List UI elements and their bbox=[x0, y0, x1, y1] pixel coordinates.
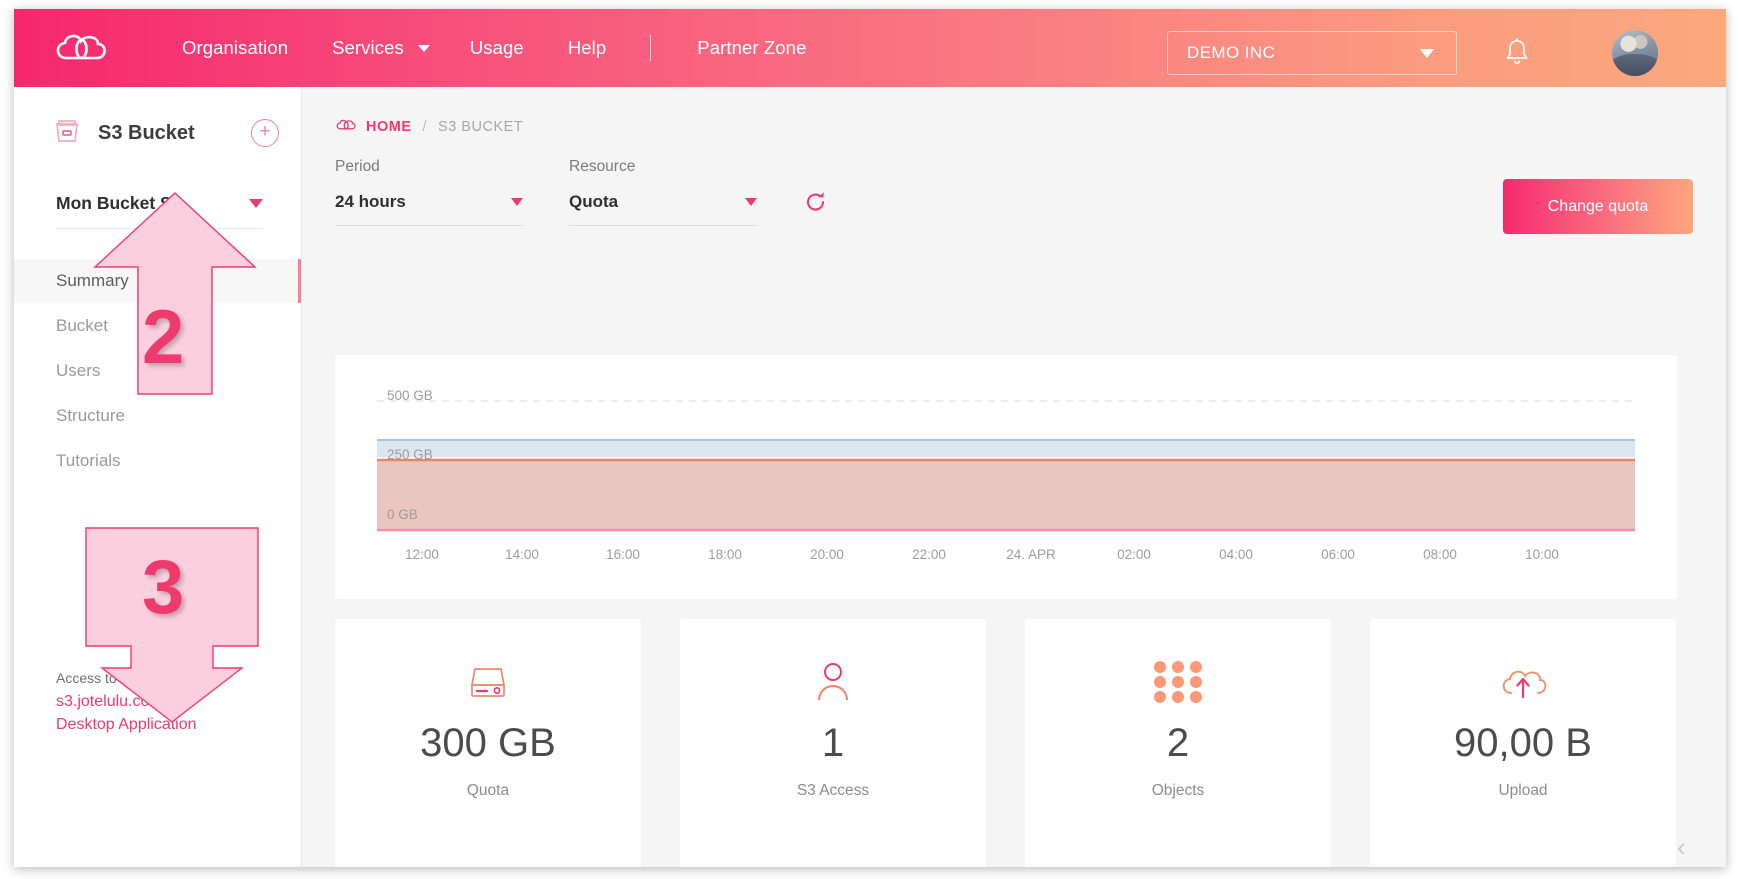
top-navigation-bar: Organisation Services Usage Help Partner… bbox=[14, 9, 1726, 87]
metric-value: 90,00 B bbox=[1454, 723, 1592, 763]
chevron-down-icon bbox=[745, 198, 757, 206]
cloud-upload-icon bbox=[1496, 645, 1550, 719]
sidebar: S3 Bucket + Mon Bucket S3 Summary Bucket… bbox=[14, 87, 302, 867]
breadcrumb-home[interactable]: HOME bbox=[366, 119, 412, 135]
y-tick-label: 500 GB bbox=[387, 388, 433, 403]
x-tick-label: 20:00 bbox=[810, 547, 844, 562]
nav-item-partner-zone[interactable]: Partner Zone bbox=[697, 37, 806, 59]
desktop-application-link[interactable]: Desktop Application bbox=[56, 716, 197, 734]
resource-select[interactable]: Quota bbox=[569, 192, 757, 226]
metric-label: Quota bbox=[467, 782, 509, 800]
sidebar-item-label: Structure bbox=[56, 406, 125, 426]
period-label: Period bbox=[335, 158, 523, 176]
metric-label: Upload bbox=[1498, 782, 1547, 800]
y-tick-label: 250 GB bbox=[387, 447, 433, 462]
x-tick-label: 02:00 bbox=[1117, 547, 1151, 562]
metric-value: 1 bbox=[822, 723, 844, 763]
nav-item-usage[interactable]: Usage bbox=[470, 37, 524, 59]
annotation-number-2: 2 bbox=[142, 294, 184, 381]
annotation-number-3: 3 bbox=[142, 544, 184, 631]
y-tick-label: 0 GB bbox=[387, 507, 418, 522]
metric-card-quota[interactable]: 300 GB Quota bbox=[335, 619, 641, 867]
chevron-down-icon bbox=[249, 199, 263, 208]
breadcrumb-current: S3 BUCKET bbox=[438, 119, 523, 135]
organisation-selector-value: DEMO INC bbox=[1187, 43, 1275, 63]
resource-value: Quota bbox=[569, 192, 618, 212]
period-select[interactable]: 24 hours bbox=[335, 192, 523, 226]
sidebar-item-label: Summary bbox=[56, 271, 129, 291]
metric-label: Objects bbox=[1152, 782, 1205, 800]
hard-drive-icon bbox=[463, 645, 513, 719]
nav-divider bbox=[650, 35, 651, 61]
chevron-left-icon[interactable]: ‹ bbox=[1677, 834, 1686, 860]
bucket-selector-value: Mon Bucket S3 bbox=[56, 193, 181, 214]
organisation-selector[interactable]: DEMO INC bbox=[1167, 31, 1457, 75]
objects-grid-icon bbox=[1148, 645, 1208, 719]
app-window: Organisation Services Usage Help Partner… bbox=[14, 9, 1726, 867]
sidebar-item-label: Bucket bbox=[56, 316, 108, 336]
breadcrumb-separator: / bbox=[423, 119, 428, 135]
x-tick-label: 18:00 bbox=[708, 547, 742, 562]
metric-value: 2 bbox=[1167, 723, 1189, 763]
chart-svg bbox=[335, 355, 1677, 599]
x-tick-label: 04:00 bbox=[1219, 547, 1253, 562]
x-tick-label: 22:00 bbox=[912, 547, 946, 562]
x-tick-label: 10:00 bbox=[1525, 547, 1559, 562]
cloud-logo-icon bbox=[335, 118, 357, 136]
change-quota-button[interactable]: Change quota bbox=[1503, 179, 1693, 234]
notification-bell-icon[interactable] bbox=[1504, 37, 1530, 72]
cards-carousel: ‹ › bbox=[1677, 827, 1726, 867]
access-to-bucket-label: Access to the Bucket bbox=[56, 670, 197, 686]
nav-item-services[interactable]: Services bbox=[332, 37, 404, 59]
x-tick-label: 08:00 bbox=[1423, 547, 1457, 562]
add-bucket-button[interactable]: + bbox=[251, 119, 279, 147]
x-tick-label: 14:00 bbox=[505, 547, 539, 562]
metric-cards: 300 GB Quota 1 S3 Access bbox=[335, 619, 1676, 867]
chevron-down-icon[interactable] bbox=[418, 45, 430, 52]
quota-chart-card: 500 GB 250 GB 0 GB 12:00 14:00 16:00 18:… bbox=[335, 355, 1677, 599]
bucket-selector[interactable]: Mon Bucket S3 bbox=[56, 193, 263, 229]
refresh-icon[interactable] bbox=[803, 189, 829, 220]
sidebar-item-label: Users bbox=[56, 361, 100, 381]
cloud-logo-icon[interactable] bbox=[52, 28, 110, 68]
user-icon bbox=[811, 645, 855, 719]
quota-area-chart: 500 GB 250 GB 0 GB 12:00 14:00 16:00 18:… bbox=[335, 355, 1677, 599]
resource-filter: Resource Quota bbox=[569, 158, 757, 226]
filter-bar: Period 24 hours Resource Quota Ch bbox=[335, 158, 1726, 226]
chevron-down-icon bbox=[1420, 49, 1434, 58]
metric-value: 300 GB bbox=[420, 723, 556, 763]
bucket-endpoint-link[interactable]: s3.jotelulu.com bbox=[56, 693, 197, 711]
period-filter: Period 24 hours bbox=[335, 158, 523, 226]
metric-card-upload[interactable]: 90,00 B Upload bbox=[1370, 619, 1676, 867]
avatar[interactable] bbox=[1612, 30, 1658, 76]
metric-card-s3-access[interactable]: 1 S3 Access bbox=[680, 619, 986, 867]
x-tick-label: 06:00 bbox=[1321, 547, 1355, 562]
x-tick-label: 24. APR bbox=[1006, 547, 1056, 562]
sidebar-footer: Access to the Bucket s3.jotelulu.com Des… bbox=[56, 670, 197, 739]
sidebar-item-label: Tutorials bbox=[56, 451, 121, 471]
x-tick-label: 16:00 bbox=[606, 547, 640, 562]
sidebar-item-structure[interactable]: Structure bbox=[14, 394, 301, 438]
breadcrumb: HOME / S3 BUCKET bbox=[335, 118, 1726, 136]
sidebar-item-tutorials[interactable]: Tutorials bbox=[14, 439, 301, 483]
metric-card-objects[interactable]: 2 Objects bbox=[1025, 619, 1331, 867]
nav-item-help[interactable]: Help bbox=[568, 37, 606, 59]
sidebar-header: S3 Bucket + bbox=[14, 101, 301, 165]
main-content: HOME / S3 BUCKET Period 24 hours Resourc… bbox=[302, 87, 1726, 867]
nav-links: Organisation Services Usage Help Partner… bbox=[182, 35, 850, 61]
nav-item-organisation[interactable]: Organisation bbox=[182, 37, 288, 59]
chevron-down-icon bbox=[511, 198, 523, 206]
period-value: 24 hours bbox=[335, 192, 406, 212]
sidebar-title: S3 Bucket bbox=[98, 122, 195, 145]
resource-label: Resource bbox=[569, 158, 757, 176]
x-tick-label: 12:00 bbox=[405, 547, 439, 562]
s3-bucket-icon bbox=[52, 117, 82, 150]
metric-label: S3 Access bbox=[797, 782, 869, 800]
